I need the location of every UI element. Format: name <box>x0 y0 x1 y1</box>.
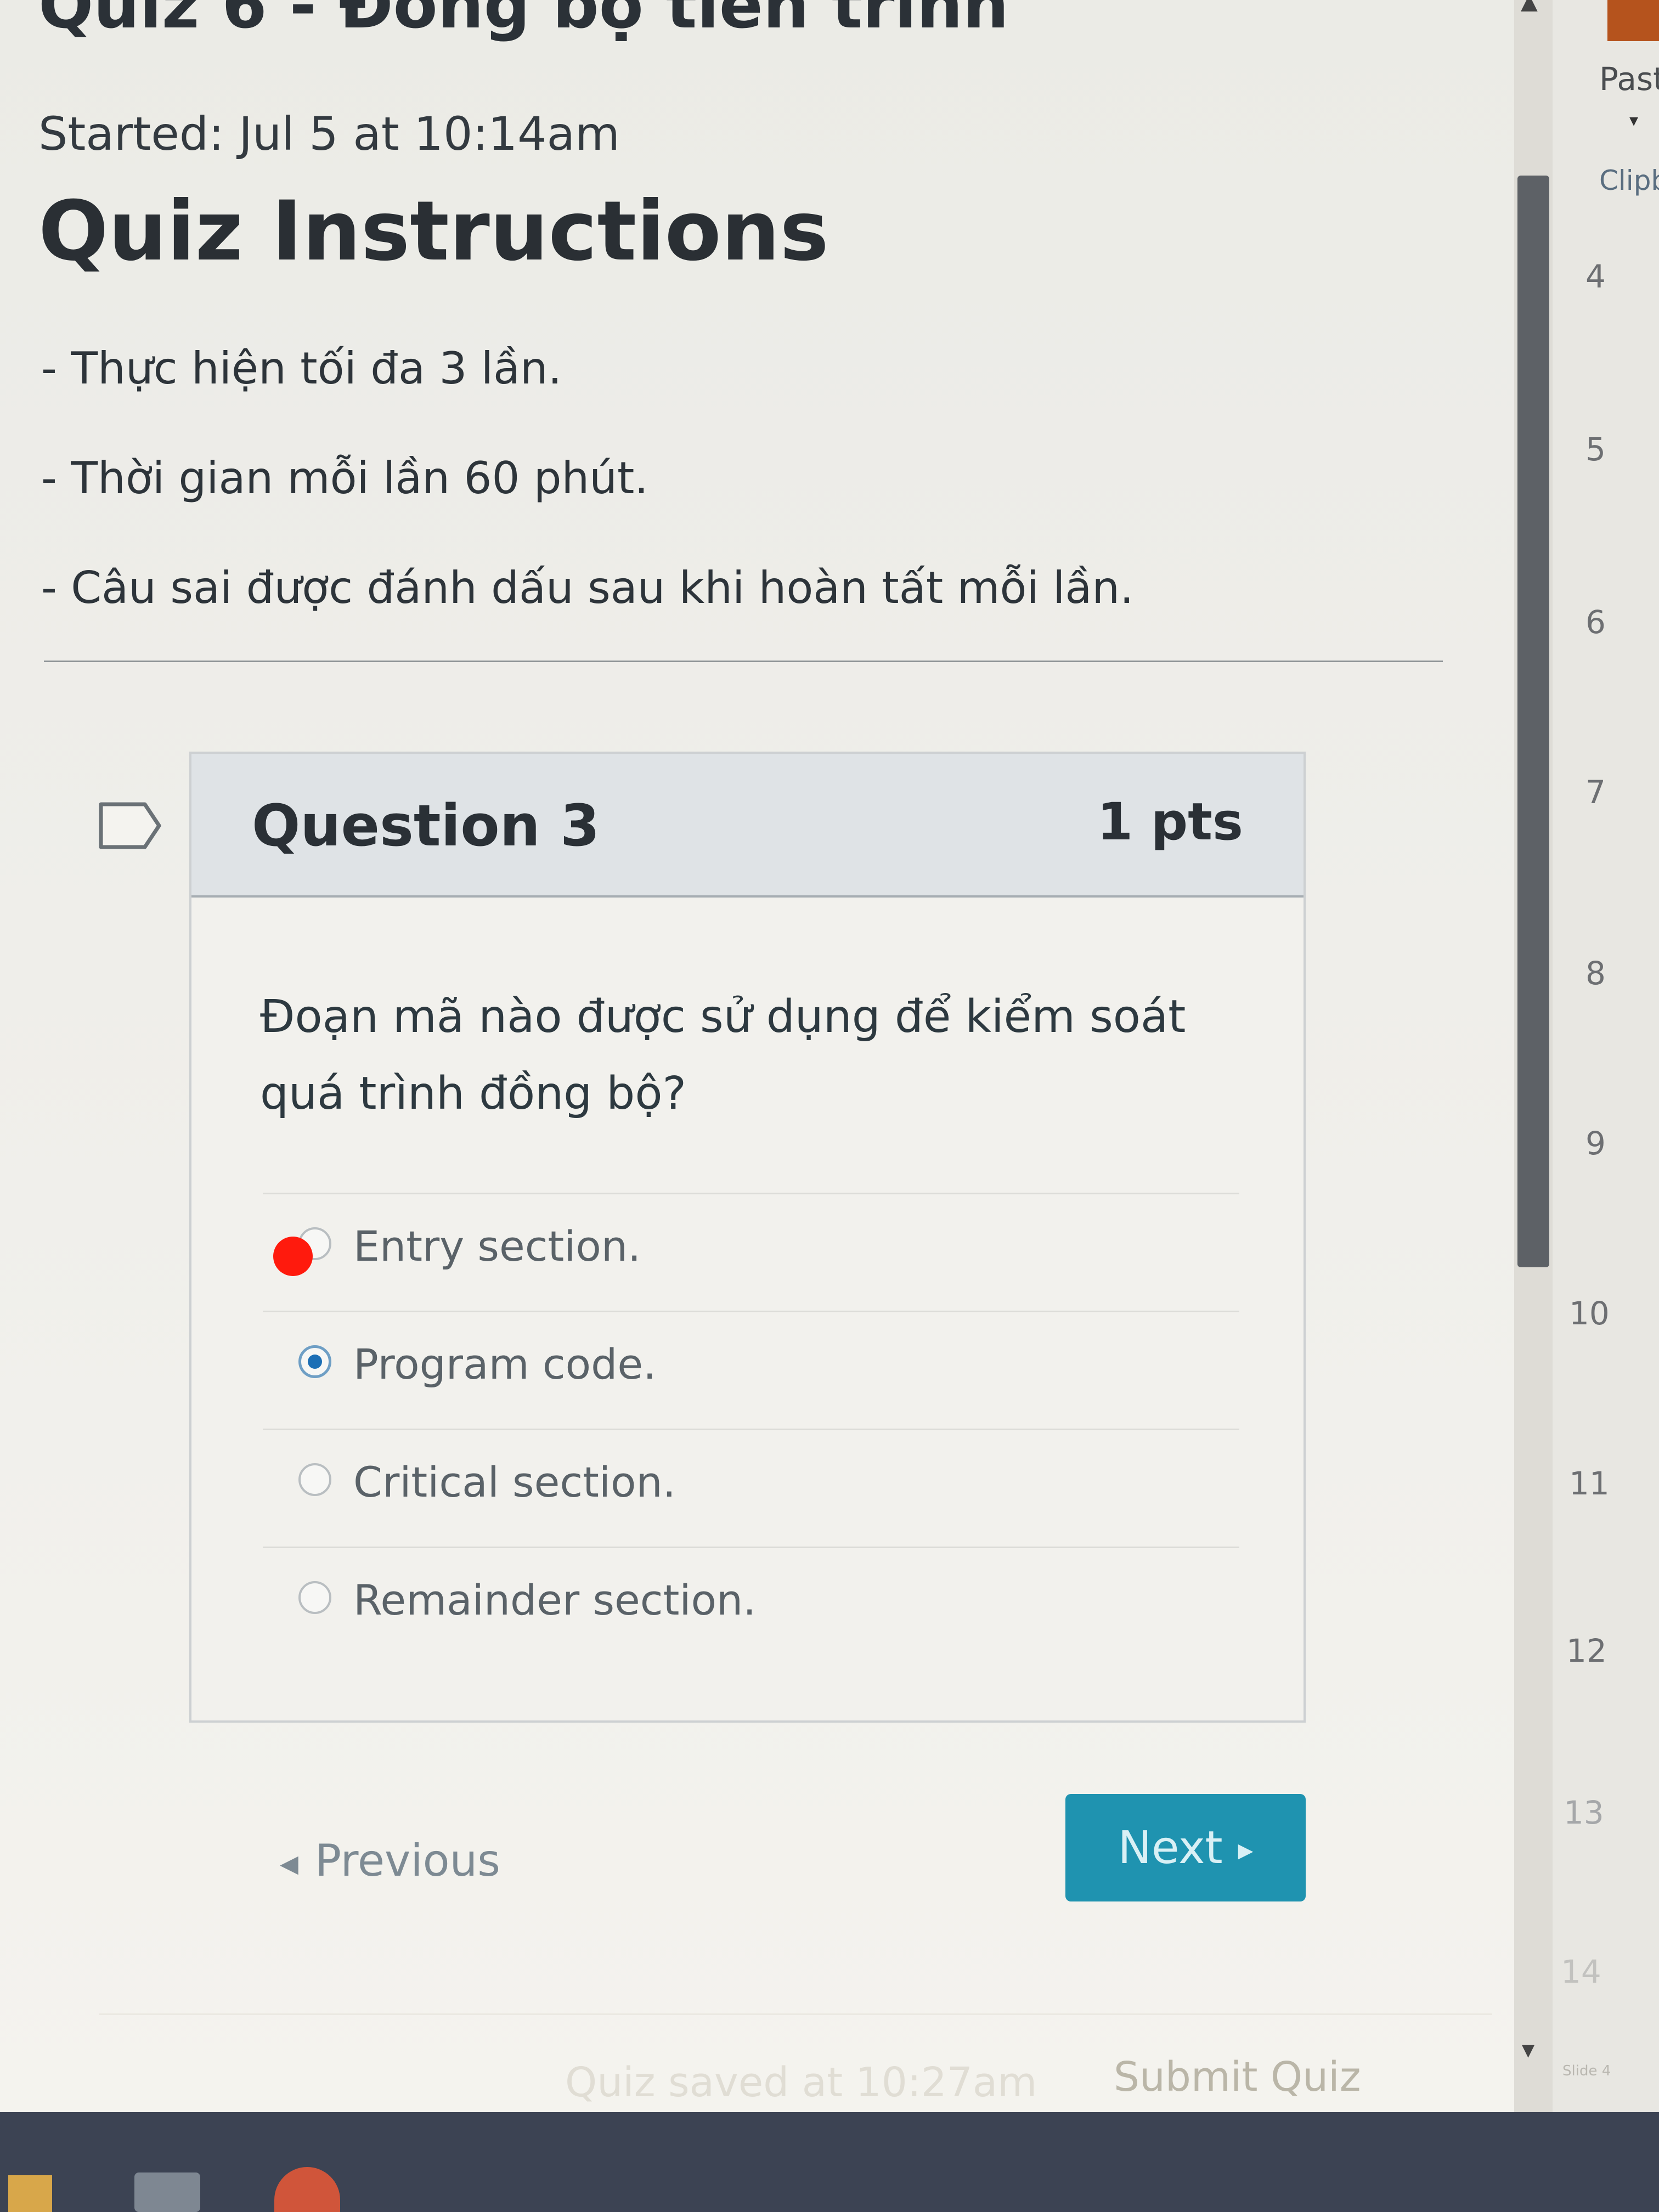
quiz-title: Quiz 6 - Đồng bộ tiến trình <box>38 0 1009 43</box>
instructions-list: - Thực hiện tối đa 3 lần. - Thời gian mỗ… <box>41 343 1134 672</box>
powerpoint-icon[interactable] <box>274 2167 340 2212</box>
quiz-saved-status: Quiz saved at 10:27am <box>565 2059 1037 2106</box>
app-accent-chip <box>1607 0 1659 41</box>
slide-number: 14 <box>1561 1953 1601 1990</box>
chevron-right-icon: ▶ <box>1238 1839 1254 1862</box>
answer-option-program-code[interactable]: Program code. <box>263 1311 1239 1429</box>
divider <box>44 661 1443 662</box>
scrollbar[interactable]: ▲ ▼ <box>1514 0 1553 2112</box>
previous-label: Previous <box>314 1835 500 1886</box>
paste-label[interactable]: Past <box>1599 60 1659 98</box>
scroll-up-icon[interactable]: ▲ <box>1521 0 1538 14</box>
answer-label: Critical section. <box>353 1458 676 1506</box>
question-text: Đoạn mã nào được sử dụng để kiểm soát qu… <box>260 991 1186 1120</box>
answer-option-remainder-section[interactable]: Remainder section. <box>263 1547 1239 1664</box>
instruction-item: - Thời gian mỗi lần 60 phút. <box>41 453 648 504</box>
slide-number: 13 <box>1564 1794 1604 1831</box>
slide-number: 6 <box>1585 603 1606 641</box>
started-time: Started: Jul 5 at 10:14am <box>38 107 620 161</box>
chevron-down-icon[interactable]: ▾ <box>1629 110 1638 131</box>
radio-button[interactable] <box>298 1463 331 1496</box>
slide-status-label: Slide 4 <box>1562 2063 1611 2079</box>
question-header: Question 3 1 pts <box>191 754 1304 898</box>
clipboard-label: Clipb <box>1599 165 1659 196</box>
slide-number: 12 <box>1566 1632 1607 1669</box>
question-title: Question 3 <box>252 792 600 859</box>
radio-button[interactable] <box>298 1581 331 1614</box>
slide-number: 8 <box>1585 955 1606 992</box>
question-card: Question 3 1 pts Đoạn mã nào được sử dụn… <box>189 752 1306 1723</box>
instruction-item: - Câu sai được đánh dấu sau khi hoàn tất… <box>41 562 1134 613</box>
question-points: 1 pts <box>1097 792 1243 852</box>
next-button[interactable]: Next ▶ <box>1065 1794 1306 1901</box>
radio-button-selected[interactable] <box>298 1345 331 1378</box>
scroll-down-icon[interactable]: ▼ <box>1522 2041 1534 2060</box>
answer-list: Entry section. Program code. Critical se… <box>263 1193 1239 1664</box>
slide-number: 7 <box>1585 774 1606 811</box>
slide-number: 11 <box>1569 1465 1610 1502</box>
answer-label: Program code. <box>353 1340 657 1389</box>
previous-link[interactable]: ◀ Previous <box>280 1835 500 1886</box>
quiz-page: Quiz 6 - Đồng bộ tiến trình Started: Jul… <box>0 0 1514 2112</box>
red-marker-dot <box>273 1237 313 1276</box>
scrollbar-thumb[interactable] <box>1517 176 1549 1267</box>
slide-number: 4 <box>1585 258 1606 295</box>
taskbar-app-icon[interactable] <box>8 2175 52 2212</box>
answer-label: Entry section. <box>353 1222 641 1271</box>
answer-label: Remainder section. <box>353 1576 757 1624</box>
instructions-heading: Quiz Instructions <box>38 184 829 279</box>
chevron-left-icon: ◀ <box>280 1849 298 1878</box>
next-label: Next <box>1118 1822 1223 1874</box>
instruction-item: - Thực hiện tối đa 3 lần. <box>41 343 562 394</box>
taskbar-app-icon[interactable] <box>134 2172 200 2212</box>
quiz-footer: Quiz saved at 10:27am Submit Quiz <box>99 2013 1492 2114</box>
answer-option-critical-section[interactable]: Critical section. <box>263 1429 1239 1547</box>
answer-option-entry-section[interactable]: Entry section. <box>263 1193 1239 1311</box>
slide-number: 10 <box>1569 1295 1610 1332</box>
submit-quiz-button[interactable]: Submit Quiz <box>1114 2053 1361 2101</box>
slide-number: 5 <box>1585 431 1606 468</box>
flag-question-icon[interactable] <box>98 801 163 850</box>
slide-number: 9 <box>1585 1125 1606 1162</box>
taskbar <box>0 2112 1659 2212</box>
